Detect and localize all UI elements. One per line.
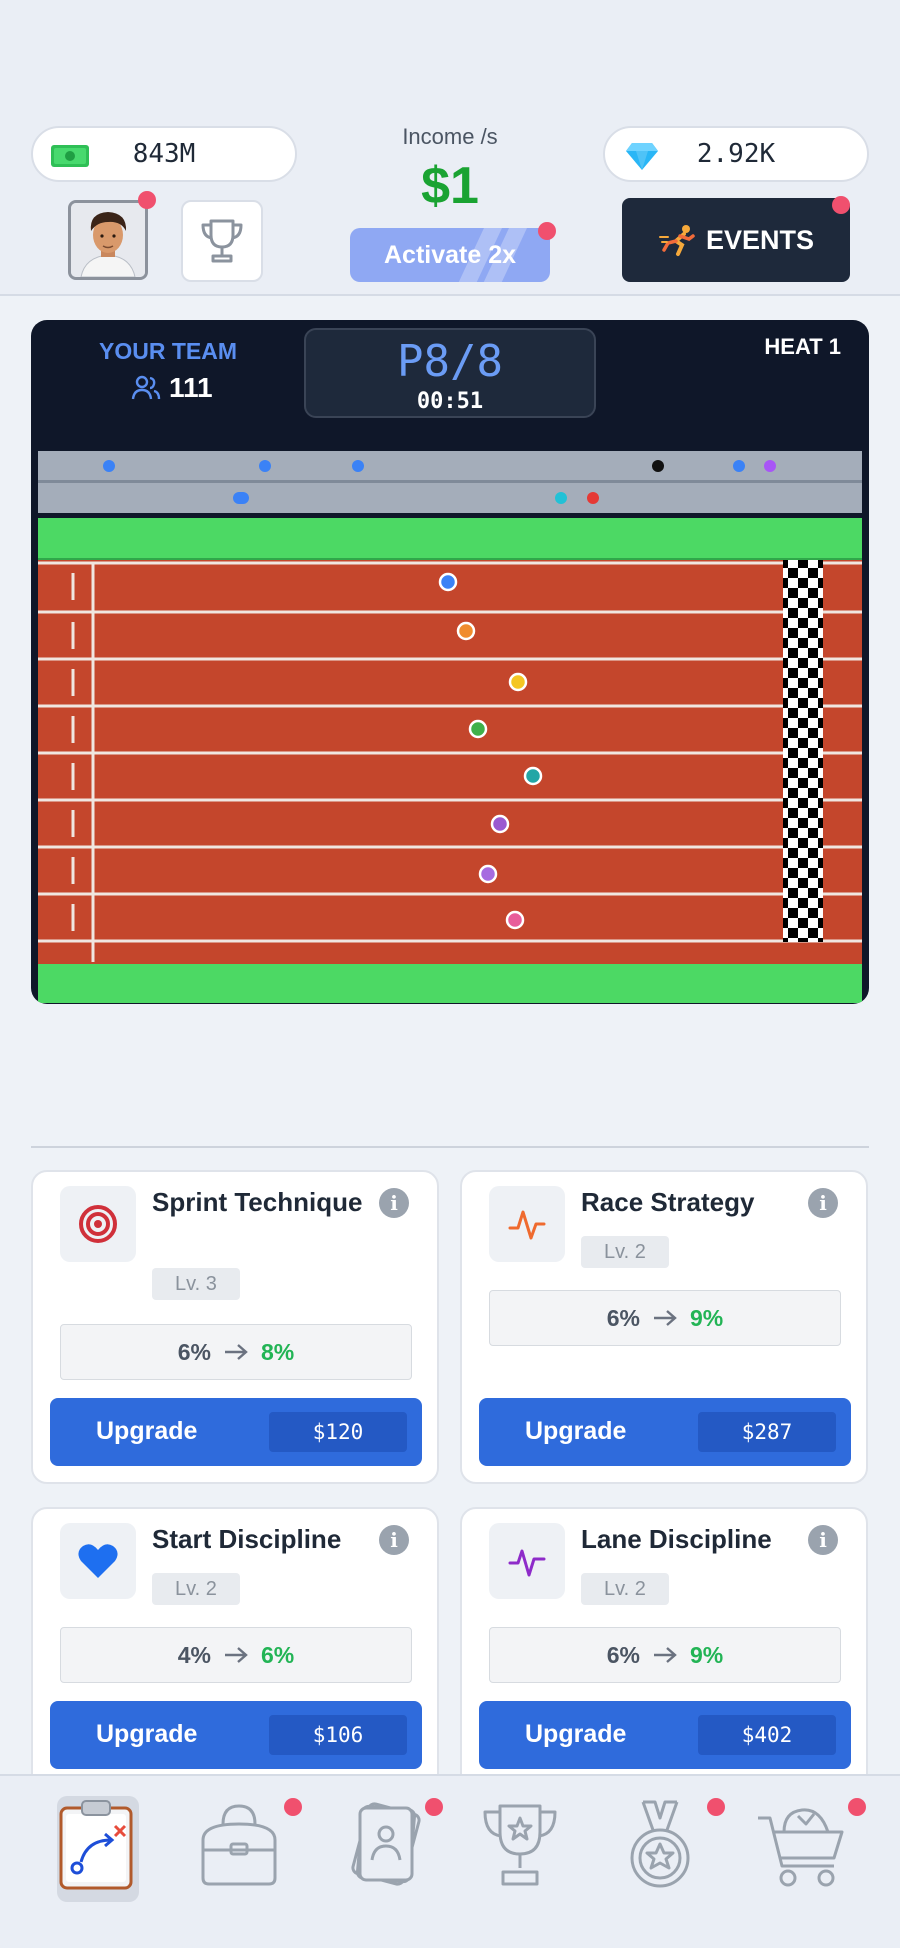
upgrade-card-start-discipline: Start Discipline i Lv. 2 4% 6% Upgrade $…: [31, 1507, 439, 1797]
upgrade-price: $402: [698, 1715, 836, 1755]
gem-value: 2.92K: [696, 139, 776, 169]
users-icon: [131, 375, 161, 400]
nav-trophies[interactable]: [470, 1796, 570, 1906]
runner-icon: [658, 225, 695, 256]
minimap-runner: [103, 460, 115, 472]
race-position-box: P8/8 00:51: [304, 328, 596, 418]
trophy-button[interactable]: [181, 200, 263, 282]
minimap-runner: [587, 492, 599, 504]
upgrade-stat: 6% 8%: [60, 1324, 412, 1380]
cash-balance[interactable]: 843M: [31, 126, 297, 182]
arrow-right-icon: [225, 1647, 248, 1663]
minimap-runner: [733, 460, 745, 472]
info-icon[interactable]: i: [379, 1188, 409, 1218]
heartbeat-icon: [508, 1549, 546, 1577]
upgrade-button[interactable]: Upgrade $402: [479, 1701, 851, 1769]
events-button[interactable]: EVENTS: [622, 198, 850, 282]
upgrade-stat: 4% 6%: [60, 1627, 412, 1683]
upgrade-price: $287: [698, 1412, 836, 1452]
shop-cart-icon: [758, 1808, 844, 1887]
upgrade-level: Lv. 2: [581, 1236, 669, 1268]
section-divider: [31, 1146, 869, 1148]
activate-2x-button[interactable]: Activate 2x: [350, 228, 550, 282]
top-bar: 843M Income /s $1 2.92K Activate 2x EVEN…: [0, 0, 900, 296]
minimap-runner: [764, 460, 776, 472]
info-icon[interactable]: i: [379, 1525, 409, 1555]
avatar[interactable]: [68, 200, 148, 280]
events-label: EVENTS: [705, 224, 815, 255]
nav-notification-dot: [425, 1798, 443, 1816]
nav-cards[interactable]: [335, 1796, 435, 1906]
upgrade-button[interactable]: Upgrade $120: [50, 1398, 422, 1466]
nav-strategy[interactable]: [47, 1796, 147, 1906]
minimap-runner: [555, 492, 567, 504]
upgrade-stat: 6% 9%: [489, 1290, 841, 1346]
gym-bag-icon: [201, 1804, 277, 1886]
upgrade-level: Lv. 2: [152, 1573, 240, 1605]
trophy-icon: [483, 1804, 557, 1886]
cards-icon: [351, 1802, 421, 1886]
upgrade-level: Lv. 3: [152, 1268, 240, 1300]
profile-portrait-icon: [71, 203, 145, 277]
cash-value: 843M: [132, 139, 196, 169]
team-count-value: 111: [169, 372, 213, 403]
nav-medals[interactable]: [610, 1796, 710, 1906]
upgrade-title: Sprint Technique: [152, 1187, 363, 1217]
minimap-runner: [652, 460, 664, 472]
heart-icon: [78, 1544, 118, 1578]
upgrade-button[interactable]: Upgrade $287: [479, 1398, 851, 1466]
upgrade-title: Start Discipline: [152, 1524, 342, 1554]
trophy-icon: [201, 219, 243, 263]
upgrade-price: $106: [269, 1715, 407, 1755]
upgrade-title: Lane Discipline: [581, 1524, 772, 1554]
arrow-right-icon: [654, 1310, 677, 1326]
upgrade-card-race-strategy: Race Strategy i Lv. 2 6% 9% Upgrade $287: [460, 1170, 868, 1484]
upgrade-title: Race Strategy: [581, 1187, 755, 1217]
race-minimap: [38, 451, 862, 513]
race-panel: YOUR TEAM 111 P8/8 00:51 HEAT 1: [31, 320, 869, 1004]
nav-notification-dot: [707, 1798, 725, 1816]
nav-notification-dot: [848, 1798, 866, 1816]
arrow-right-icon: [225, 1344, 248, 1360]
minimap-runner: [233, 492, 249, 504]
nav-notification-dot: [284, 1798, 302, 1816]
nav-shop[interactable]: [752, 1796, 852, 1906]
arrow-right-icon: [654, 1647, 677, 1663]
target-icon: [79, 1205, 117, 1243]
team-label: YOUR TEAM: [99, 338, 237, 364]
upgrade-card-lane-discipline: Lane Discipline i Lv. 2 6% 9% Upgrade $4…: [460, 1507, 868, 1797]
upgrade-button[interactable]: Upgrade $106: [50, 1701, 422, 1769]
pulse-icon: [508, 1210, 546, 1240]
bottom-navigation: [0, 1774, 900, 1948]
heat-label: HEAT 1: [764, 334, 841, 359]
medal-icon: [630, 1800, 690, 1888]
race-position: P8/8: [397, 336, 503, 387]
upgrade-level: Lv. 2: [581, 1573, 669, 1605]
info-icon[interactable]: i: [808, 1188, 838, 1218]
upgrade-card-sprint-technique: Sprint Technique i Lv. 3 6% 8% Upgrade $…: [31, 1170, 439, 1484]
minimap-runner: [259, 460, 271, 472]
upgrade-stat: 6% 9%: [489, 1627, 841, 1683]
strategy-icon: [59, 1800, 133, 1890]
income-value: $1: [421, 157, 479, 215]
income-label: Income /s: [402, 124, 498, 149]
info-icon[interactable]: i: [808, 1525, 838, 1555]
race-timer: 00:51: [416, 389, 484, 414]
upgrade-price: $120: [269, 1412, 407, 1452]
nav-gear[interactable]: [189, 1796, 289, 1906]
activate-notification-dot: [538, 222, 556, 240]
team-count: 111: [131, 372, 213, 404]
avatar-notification-dot: [138, 191, 156, 209]
gem-balance[interactable]: 2.92K: [603, 126, 869, 182]
minimap-runner: [352, 460, 364, 472]
events-notification-dot: [832, 196, 850, 214]
running-track: [38, 518, 862, 1003]
